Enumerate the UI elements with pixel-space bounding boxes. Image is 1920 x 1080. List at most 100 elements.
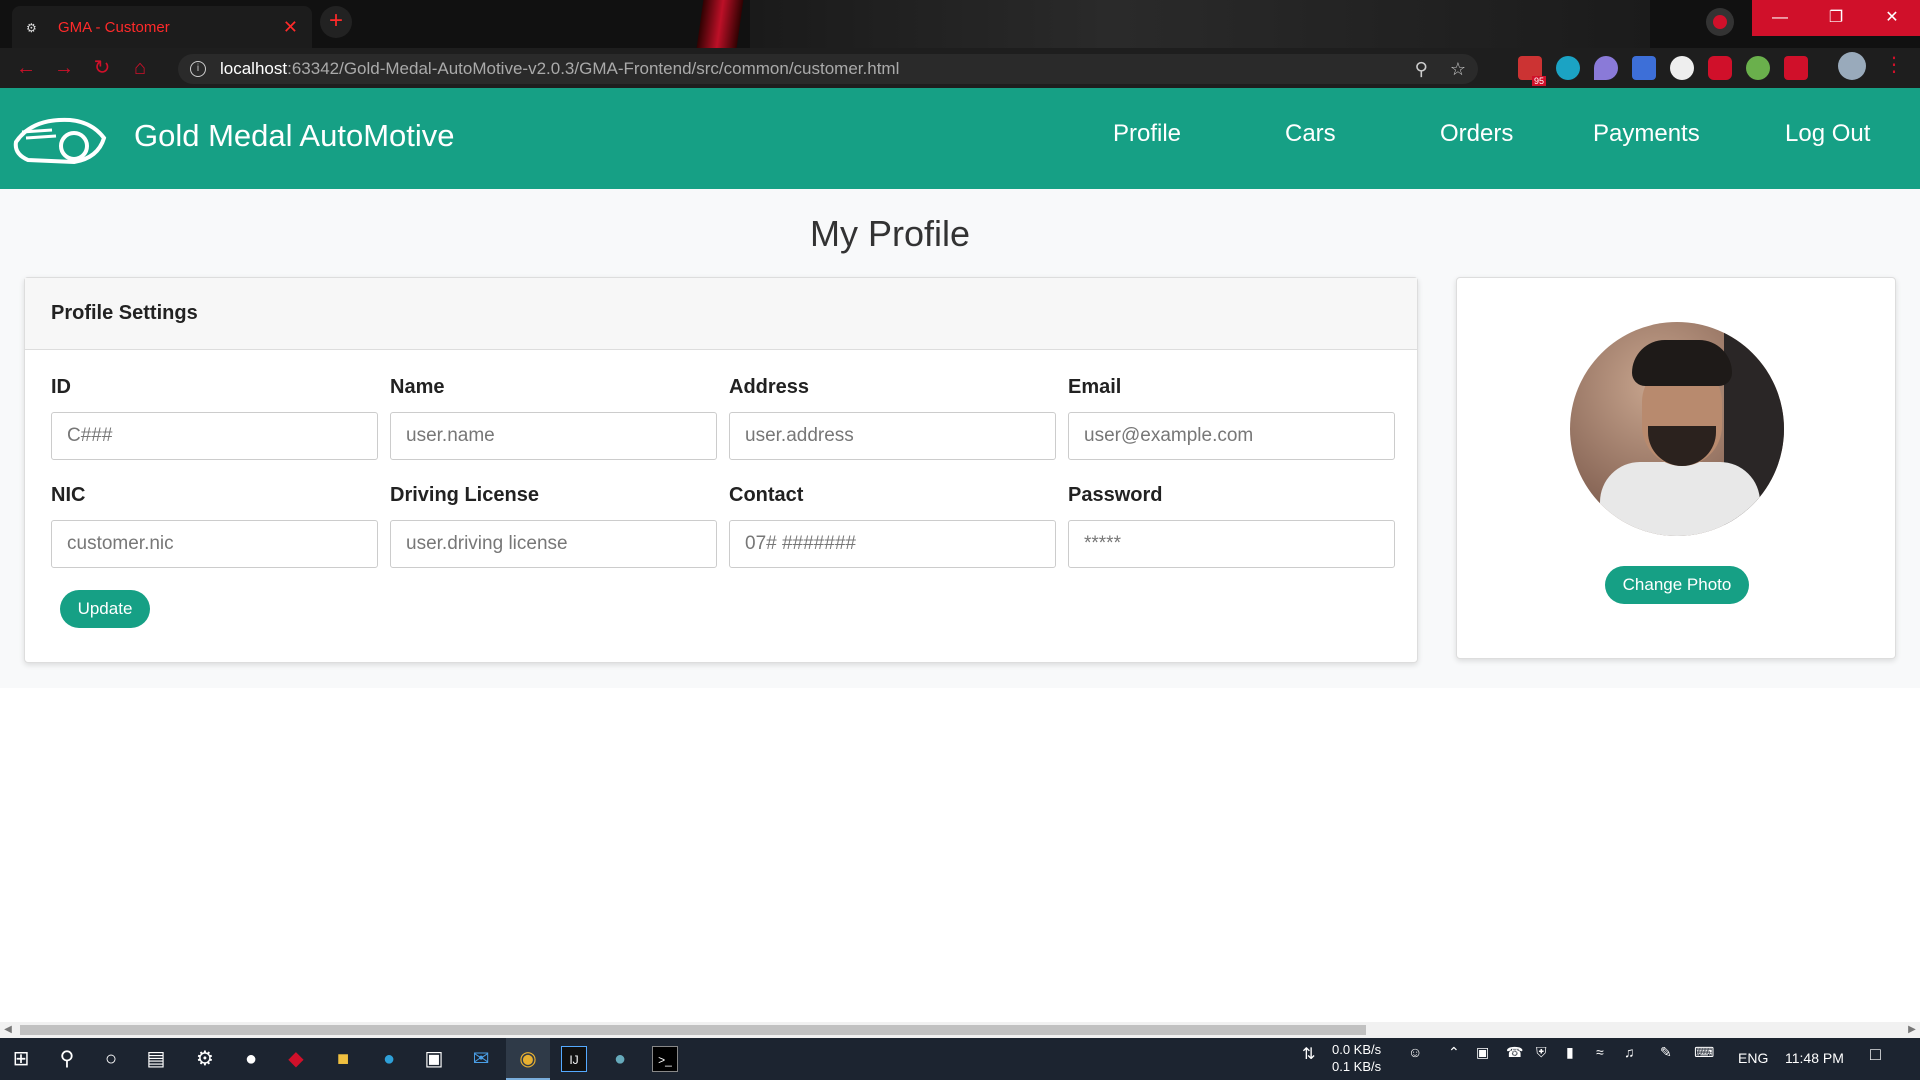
language-indicator[interactable]: ENG [1738,1050,1768,1066]
bookmark-star-icon[interactable]: ☆ [1450,59,1466,80]
file-explorer-icon[interactable]: ■ [330,1046,356,1072]
meet-icon[interactable]: ☎ [1506,1044,1523,1061]
email-label: Email [1068,376,1122,398]
password-field-group: Password [1068,484,1395,568]
name-input[interactable] [390,412,717,460]
app-drop-icon[interactable]: ● [607,1046,633,1072]
drop-extension-icon[interactable] [1594,56,1618,80]
minimize-button[interactable]: — [1752,0,1808,36]
network-speed: 0.0 KB/s 0.1 KB/s [1332,1041,1381,1075]
tray-chevron-icon[interactable]: ⌃ [1448,1044,1460,1061]
change-photo-button[interactable]: Change Photo [1605,566,1749,604]
people-icon[interactable]: ☺ [1408,1044,1422,1060]
intellij-icon[interactable]: IJ [561,1046,587,1072]
id-input[interactable] [51,412,378,460]
scroll-left-arrow-icon[interactable]: ◀ [0,1022,16,1038]
nav-logout-link[interactable]: Log Out [1785,120,1870,148]
chrome-icon[interactable]: ◉ [515,1046,541,1072]
notifications-icon[interactable]: □ [1870,1044,1881,1065]
nic-input[interactable] [51,520,378,568]
m-extension-icon[interactable] [1556,56,1580,80]
name-field-group: Name [390,376,717,460]
restore-button[interactable]: ❐ [1808,0,1864,36]
mouse-app-icon[interactable]: ● [238,1046,264,1072]
scrollbar-thumb[interactable] [20,1025,1366,1035]
nic-label: NIC [51,484,86,506]
back-arrow-icon[interactable]: ← [14,56,38,80]
brand-name[interactable]: Gold Medal AutoMotive [134,118,455,154]
contact-input[interactable] [729,520,1056,568]
windows-taskbar: ⊞ ⚲ ○ ▤ ⚙ ● ◆ ■ ● ▣ ✉ ◉ IJ ● >_ ⇅ 0.0 KB… [0,1038,1920,1080]
record-icon[interactable] [1706,8,1734,36]
tray-app-icon[interactable]: ▣ [1476,1044,1489,1061]
wifi-icon[interactable]: ≈ [1596,1044,1604,1060]
scroll-right-arrow-icon[interactable]: ▶ [1904,1022,1920,1038]
password-input[interactable] [1068,520,1395,568]
new-tab-button[interactable]: + [320,6,352,38]
task-view-icon[interactable]: ▤ [143,1046,169,1072]
game-app-icon[interactable]: ◆ [283,1046,309,1072]
edge-browser-icon[interactable]: ● [376,1046,402,1072]
battery-icon[interactable]: ▮ [1566,1044,1574,1061]
hand-extension-icon[interactable] [1708,56,1732,80]
contact-label: Contact [729,484,804,506]
address-field-group: Address [729,376,1056,460]
home-icon[interactable]: ⌂ [128,56,152,80]
store-icon[interactable]: ▣ [421,1046,447,1072]
driving-license-field-group: Driving License [390,484,717,568]
settings-gear-icon[interactable]: ⚙ [192,1046,218,1072]
nav-orders-link[interactable]: Orders [1440,120,1513,148]
contact-field-group: Contact [729,484,1056,568]
url-path: :63342/Gold-Medal-AutoMotive-v2.0.3/GMA-… [287,59,900,78]
nav-profile-link[interactable]: Profile [1113,120,1181,148]
tabbar-background [750,0,1650,48]
close-window-button[interactable]: ✕ [1864,0,1920,36]
volume-icon[interactable]: ♫ [1624,1044,1635,1060]
key-icon[interactable]: ⚲ [1415,59,1428,80]
nav-cars-link[interactable]: Cars [1285,120,1336,148]
driving-license-label: Driving License [390,484,539,506]
terminal-icon[interactable]: >_ [652,1046,678,1072]
puzzle-extension-icon[interactable] [1784,56,1808,80]
site-info-icon[interactable]: i [190,61,206,77]
color-extension-icon[interactable] [1746,56,1770,80]
pen-icon[interactable]: ✎ [1660,1044,1672,1061]
update-button[interactable]: Update [60,590,150,628]
gmail-extension-icon[interactable]: 95 [1518,56,1546,86]
windows-start-icon[interactable]: ⊞ [8,1046,34,1072]
address-bar[interactable]: i localhost :63342/Gold-Medal-AutoMotive… [178,54,1478,84]
address-label: Address [729,376,810,398]
keyboard-icon[interactable]: ⌨ [1694,1044,1714,1061]
profile-avatar[interactable] [1838,52,1866,80]
photo-beard [1648,426,1716,466]
photo-shirt [1600,462,1760,536]
security-shield-icon[interactable]: ⛨ [1536,1044,1547,1061]
search-icon[interactable]: ⚲ [54,1046,80,1072]
horizontal-scrollbar[interactable]: ◀ ▶ [0,1022,1920,1038]
translate-extension-icon[interactable] [1632,56,1656,80]
browser-tab[interactable]: ⚙ GMA - Customer ✕ [12,6,312,48]
email-field-group: Email [1068,376,1395,460]
menu-kebab-icon[interactable]: ⋮ [1884,52,1904,77]
address-input[interactable] [729,412,1056,460]
net-down-speed: 0.0 KB/s [1332,1042,1382,1057]
nic-field-group: NIC [51,484,378,568]
nav-payments-link[interactable]: Payments [1593,120,1700,148]
profile-photo-card: Change Photo [1456,277,1896,659]
driving-license-input[interactable] [390,520,717,568]
page-title: My Profile [809,213,971,254]
forward-arrow-icon[interactable]: → [52,56,76,80]
tabbar-decoration [696,0,744,48]
profile-section: My Profile Profile Settings ID Name Addr… [0,189,1920,688]
car-favicon-icon: ⚙ [26,21,37,35]
react-extension-icon[interactable] [1670,56,1694,80]
extension-badge: 95 [1531,76,1546,86]
tab-close-icon[interactable]: ✕ [283,17,298,38]
email-input[interactable] [1068,412,1395,460]
clock[interactable]: 11:48 PM [1785,1050,1844,1066]
reload-icon[interactable]: ↻ [90,56,114,80]
cortana-icon[interactable]: ○ [98,1046,124,1072]
mail-icon[interactable]: ✉ [468,1046,494,1072]
car-logo-icon[interactable] [12,108,108,168]
id-label: ID [51,376,71,398]
